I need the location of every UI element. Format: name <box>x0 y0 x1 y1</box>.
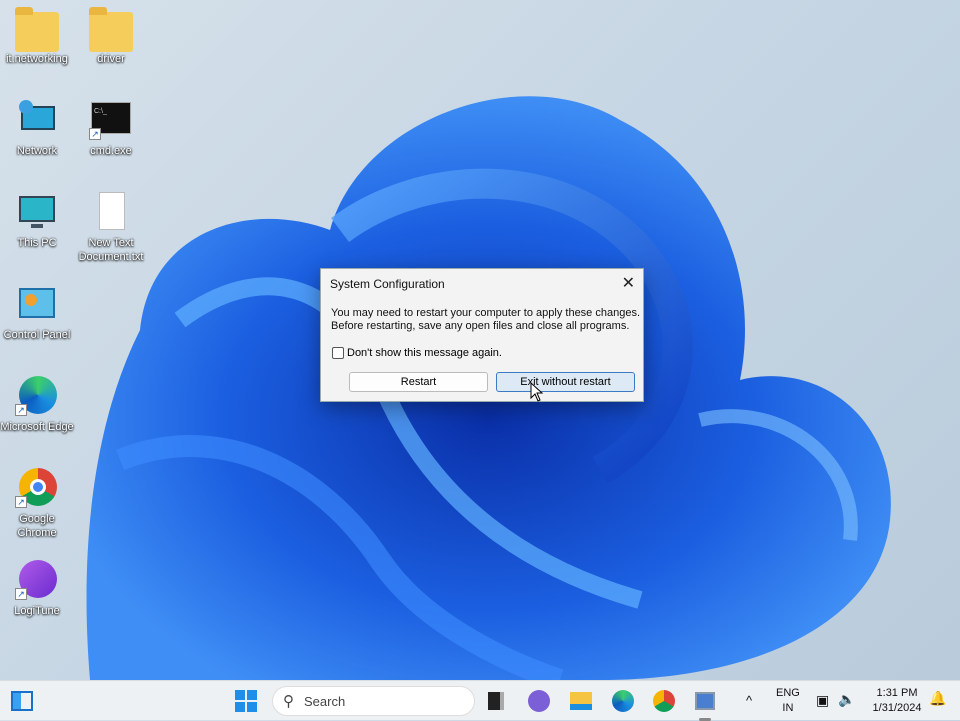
folder-icon <box>89 7 133 52</box>
desktop-icon-control-panel[interactable]: Control Panel <box>0 284 74 342</box>
desktop-icon-logitune[interactable]: ↗ LogiTune <box>0 560 74 618</box>
teams-chat-icon[interactable] <box>527 689 551 713</box>
show-hidden-icons-chevron[interactable]: ^ <box>746 693 752 708</box>
start-button[interactable] <box>234 689 258 713</box>
exit-without-restart-button[interactable]: Exit without restart <box>496 372 635 392</box>
desktop-icon-new-text-document[interactable]: New Text Document.txt <box>74 192 148 264</box>
system-configuration-taskbar-icon[interactable] <box>693 689 717 721</box>
system-configuration-dialog: System Configuration ✕ You may need to r… <box>320 268 644 402</box>
desktop-icon-this-pc[interactable]: This PC <box>0 192 74 250</box>
text-file-icon <box>89 192 133 232</box>
network-icon <box>15 100 59 140</box>
search-icon: ⚲ <box>283 693 294 710</box>
network-status-icon[interactable]: ▣ <box>816 693 829 708</box>
desktop-icon-driver[interactable]: driver <box>74 7 148 66</box>
search-box[interactable]: ⚲ Search <box>272 686 475 716</box>
edge-icon: ↗ <box>15 376 59 416</box>
clock[interactable]: 1:31 PM 1/31/2024 <box>866 686 928 716</box>
monitor-icon <box>15 192 59 232</box>
desktop-icon-network[interactable]: Network <box>0 100 74 158</box>
chrome-icon: ↗ <box>15 468 59 508</box>
desktop-icon-cmd[interactable]: C:\_ ↗ cmd.exe <box>74 100 148 158</box>
notification-bell-icon[interactable]: 🔔 <box>929 691 946 706</box>
mouse-cursor-icon <box>530 382 544 402</box>
widgets-icon[interactable] <box>10 689 34 713</box>
folder-icon <box>15 7 59 52</box>
desktop-icon-microsoft-edge[interactable]: ↗ Microsoft Edge <box>0 376 74 434</box>
volume-icon[interactable]: 🔈 <box>838 692 855 707</box>
file-explorer-icon[interactable] <box>569 689 593 713</box>
desktop-icon-google-chrome[interactable]: ↗ Google Chrome <box>0 468 74 540</box>
dont-show-again-checkbox[interactable]: Don't show this message again. <box>332 347 502 359</box>
dialog-message: You may need to restart your computer to… <box>331 307 640 332</box>
task-view-icon[interactable] <box>484 689 508 713</box>
checkbox-box[interactable] <box>332 347 344 359</box>
dialog-title: System Configuration <box>330 277 445 291</box>
restart-button[interactable]: Restart <box>349 372 488 392</box>
chrome-taskbar-icon[interactable] <box>652 689 676 713</box>
cmd-icon: C:\_ ↗ <box>89 100 133 140</box>
desktop-icon-it-networking[interactable]: it.networking <box>0 7 74 66</box>
edge-taskbar-icon[interactable] <box>611 689 635 713</box>
control-panel-icon <box>15 284 59 324</box>
logitune-icon: ↗ <box>15 560 59 600</box>
close-icon[interactable]: ✕ <box>622 273 635 293</box>
taskbar: ⚲ Search ^ ENG IN ▣ 🔈 1:31 PM 1/31/2024 🔔 <box>0 680 960 721</box>
language-indicator[interactable]: ENG IN <box>776 686 800 716</box>
